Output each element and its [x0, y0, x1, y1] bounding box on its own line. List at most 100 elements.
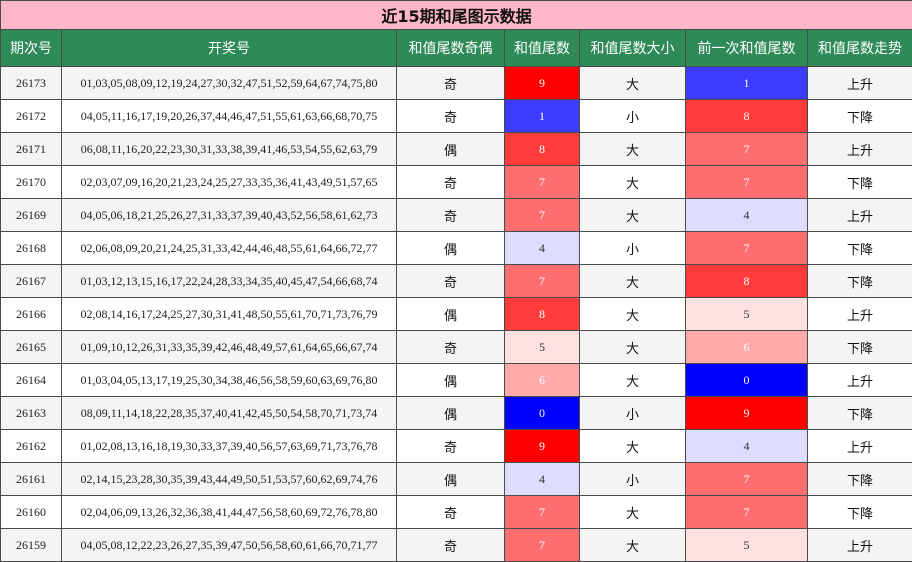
issue-cell: 26171: [1, 133, 62, 166]
size-cell: 大: [580, 298, 686, 331]
prev-tail-cell: 8: [686, 265, 808, 298]
size-cell: 大: [580, 265, 686, 298]
table-row: 2616904,05,06,18,21,25,26,27,31,33,37,39…: [1, 199, 912, 232]
prev-tail-cell: 5: [686, 529, 808, 562]
size-cell: 大: [580, 364, 686, 397]
prev-tail-cell: 8: [686, 100, 808, 133]
tail-cell: 4: [505, 463, 580, 496]
table-row: 2616308,09,11,14,18,22,28,35,37,40,41,42…: [1, 397, 912, 430]
header-parity: 和值尾数奇偶: [397, 30, 505, 67]
parity-cell: 奇: [397, 166, 505, 199]
tail-cell: 5: [505, 331, 580, 364]
prev-tail-cell: 7: [686, 463, 808, 496]
trend-cell: 下降: [808, 100, 912, 133]
tail-cell: 0: [505, 397, 580, 430]
numbers-cell: 04,05,08,12,22,23,26,27,35,39,47,50,56,5…: [62, 529, 397, 562]
header-tail: 和值尾数: [505, 30, 580, 67]
table-row: 2616701,03,12,13,15,16,17,22,24,28,33,34…: [1, 265, 912, 298]
trend-cell: 上升: [808, 430, 912, 463]
size-cell: 大: [580, 199, 686, 232]
prev-tail-cell: 4: [686, 430, 808, 463]
size-cell: 大: [580, 496, 686, 529]
issue-cell: 26161: [1, 463, 62, 496]
trend-cell: 下降: [808, 397, 912, 430]
tail-cell: 6: [505, 364, 580, 397]
issue-cell: 26164: [1, 364, 62, 397]
size-cell: 大: [580, 430, 686, 463]
table-title: 近15期和尾图示数据: [1, 1, 912, 30]
numbers-cell: 02,06,08,09,20,21,24,25,31,33,42,44,46,4…: [62, 232, 397, 265]
header-size: 和值尾数大小: [580, 30, 686, 67]
tail-sum-table: 近15期和尾图示数据 期次号 开奖号 和值尾数奇偶 和值尾数 和值尾数大小 前一…: [0, 0, 912, 562]
issue-cell: 26166: [1, 298, 62, 331]
table-row: 2617204,05,11,16,17,19,20,26,37,44,46,47…: [1, 100, 912, 133]
header-trend: 和值尾数走势: [808, 30, 912, 67]
prev-tail-cell: 1: [686, 67, 808, 100]
trend-cell: 上升: [808, 364, 912, 397]
trend-cell: 上升: [808, 67, 912, 100]
table-row: 2616602,08,14,16,17,24,25,27,30,31,41,48…: [1, 298, 912, 331]
tail-cell: 7: [505, 265, 580, 298]
issue-cell: 26159: [1, 529, 62, 562]
table-row: 2617301,03,05,08,09,12,19,24,27,30,32,47…: [1, 67, 912, 100]
header-prev-tail: 前一次和值尾数: [686, 30, 808, 67]
table-row: 2616102,14,15,23,28,30,35,39,43,44,49,50…: [1, 463, 912, 496]
numbers-cell: 02,14,15,23,28,30,35,39,43,44,49,50,51,5…: [62, 463, 397, 496]
size-cell: 大: [580, 166, 686, 199]
trend-cell: 下降: [808, 331, 912, 364]
parity-cell: 偶: [397, 298, 505, 331]
size-cell: 大: [580, 331, 686, 364]
size-cell: 小: [580, 100, 686, 133]
parity-cell: 奇: [397, 496, 505, 529]
prev-tail-cell: 7: [686, 133, 808, 166]
parity-cell: 奇: [397, 100, 505, 133]
parity-cell: 奇: [397, 199, 505, 232]
numbers-cell: 04,05,11,16,17,19,20,26,37,44,46,47,51,5…: [62, 100, 397, 133]
parity-cell: 偶: [397, 463, 505, 496]
tail-cell: 7: [505, 496, 580, 529]
numbers-cell: 02,04,06,09,13,26,32,36,38,41,44,47,56,5…: [62, 496, 397, 529]
parity-cell: 奇: [397, 430, 505, 463]
parity-cell: 偶: [397, 397, 505, 430]
numbers-cell: 01,03,05,08,09,12,19,24,27,30,32,47,51,5…: [62, 67, 397, 100]
tail-cell: 9: [505, 67, 580, 100]
table-row: 2615904,05,08,12,22,23,26,27,35,39,47,50…: [1, 529, 912, 562]
issue-cell: 26165: [1, 331, 62, 364]
trend-cell: 下降: [808, 232, 912, 265]
tail-cell: 1: [505, 100, 580, 133]
parity-cell: 奇: [397, 265, 505, 298]
table-row: 2616002,04,06,09,13,26,32,36,38,41,44,47…: [1, 496, 912, 529]
table-row: 2616401,03,04,05,13,17,19,25,30,34,38,46…: [1, 364, 912, 397]
issue-cell: 26162: [1, 430, 62, 463]
header-numbers: 开奖号: [62, 30, 397, 67]
prev-tail-cell: 4: [686, 199, 808, 232]
parity-cell: 奇: [397, 529, 505, 562]
issue-cell: 26172: [1, 100, 62, 133]
size-cell: 小: [580, 397, 686, 430]
tail-cell: 9: [505, 430, 580, 463]
table-row: 2616802,06,08,09,20,21,24,25,31,33,42,44…: [1, 232, 912, 265]
prev-tail-cell: 0: [686, 364, 808, 397]
issue-cell: 26168: [1, 232, 62, 265]
trend-cell: 下降: [808, 496, 912, 529]
parity-cell: 偶: [397, 133, 505, 166]
parity-cell: 奇: [397, 331, 505, 364]
parity-cell: 偶: [397, 364, 505, 397]
trend-cell: 下降: [808, 463, 912, 496]
trend-cell: 下降: [808, 265, 912, 298]
table-row: 2617106,08,11,16,20,22,23,30,31,33,38,39…: [1, 133, 912, 166]
issue-cell: 26163: [1, 397, 62, 430]
numbers-cell: 01,03,04,05,13,17,19,25,30,34,38,46,56,5…: [62, 364, 397, 397]
prev-tail-cell: 7: [686, 166, 808, 199]
numbers-cell: 01,09,10,12,26,31,33,35,39,42,46,48,49,5…: [62, 331, 397, 364]
trend-cell: 下降: [808, 166, 912, 199]
table-body: 2617301,03,05,08,09,12,19,24,27,30,32,47…: [1, 67, 912, 562]
prev-tail-cell: 6: [686, 331, 808, 364]
numbers-cell: 06,08,11,16,20,22,23,30,31,33,38,39,41,4…: [62, 133, 397, 166]
table-row: 2616501,09,10,12,26,31,33,35,39,42,46,48…: [1, 331, 912, 364]
parity-cell: 奇: [397, 67, 505, 100]
issue-cell: 26170: [1, 166, 62, 199]
table-row: 2616201,02,08,13,16,18,19,30,33,37,39,40…: [1, 430, 912, 463]
trend-cell: 上升: [808, 298, 912, 331]
prev-tail-cell: 7: [686, 496, 808, 529]
